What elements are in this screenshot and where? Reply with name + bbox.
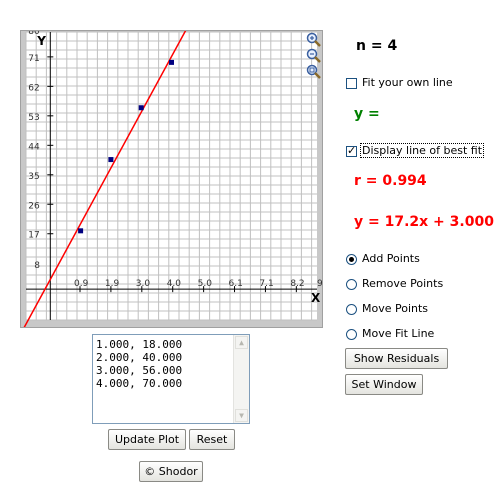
x-tick-label: 5.0 [198, 279, 213, 289]
y-tick-label: 17 [28, 231, 39, 241]
move-fit-line-radio[interactable] [346, 329, 357, 340]
move-points-radio[interactable] [346, 304, 357, 315]
data-point [108, 157, 114, 163]
set-window-button[interactable]: Set Window [345, 374, 423, 395]
x-tick-label: 0.9 [74, 279, 89, 289]
x-tick-label: 8.2 [290, 279, 304, 289]
x-tick-label: 6.1 [229, 279, 243, 289]
zoom-in-icon[interactable] [306, 32, 322, 48]
y-tick-label: 53 [28, 113, 39, 123]
display-best-fit-checkbox[interactable] [346, 144, 357, 157]
show-residuals-button[interactable]: Show Residuals [345, 348, 448, 369]
update-plot-button[interactable]: Update Plot [108, 429, 186, 450]
data-line: 2.000, 40.000 [96, 351, 183, 364]
data-entry-textarea[interactable]: 1.000, 18.000 2.000, 40.000 3.000, 56.00… [92, 334, 250, 424]
correlation-r: r = 0.994 [354, 173, 427, 189]
zoom-fit-icon[interactable] [306, 64, 322, 80]
data-line: 4.000, 70.000 [96, 377, 183, 390]
scroll-up-icon[interactable]: ▲ [235, 336, 248, 349]
plot-canvas[interactable]: XY0.9 1.9 3.0 4.0 5.0 6.1 7.1 8.2 91726354453627… [20, 30, 323, 328]
scatter-plot[interactable]: X Y 0.9 1.9 3.0 4.0 5.0 6.1 7.1 8.2 9 17 26 35 44 53 62 7… [20, 30, 323, 328]
y-tick-label: 80 [28, 30, 40, 37]
y-tick-label: 35 [28, 172, 39, 182]
remove-points-radio[interactable] [346, 279, 357, 290]
fit-own-line-label[interactable]: Fit your own line [362, 76, 453, 89]
add-points-label[interactable]: Add Points [362, 252, 420, 265]
y-tick-label: 8 [34, 261, 40, 271]
zoom-out-icon[interactable] [306, 48, 322, 64]
x-tick-label: 7.1 [259, 279, 273, 289]
x-tick-label: 1.9 [105, 279, 120, 289]
user-equation: y = [354, 106, 380, 122]
data-point [169, 59, 174, 65]
x-tick-label: 3.0 [136, 279, 151, 289]
display-best-fit-label[interactable]: Display line of best fit [360, 143, 485, 158]
y-tick-label: 71 [28, 54, 39, 64]
add-points-radio[interactable] [346, 254, 357, 265]
data-point [78, 228, 84, 234]
scroll-down-icon[interactable]: ▼ [235, 409, 248, 422]
shodor-button[interactable]: © Shodor [139, 461, 203, 482]
move-fit-line-label[interactable]: Move Fit Line [362, 327, 434, 340]
move-points-label[interactable]: Move Points [362, 302, 428, 315]
remove-points-label[interactable]: Remove Points [362, 277, 443, 290]
y-tick-label: 62 [28, 83, 39, 93]
data-line: 3.000, 56.000 [96, 364, 183, 377]
data-line: 1.000, 18.000 [96, 338, 183, 351]
y-tick-label: 26 [28, 201, 40, 211]
n-count: n = 4 [356, 38, 398, 54]
reset-button[interactable]: Reset [189, 429, 235, 450]
best-fit-equation: y = 17.2x + 3.000 [354, 214, 494, 230]
x-axis-label: X [311, 291, 321, 305]
x-tick-label: 4.0 [167, 279, 182, 289]
data-point [138, 105, 144, 111]
vertical-scrollbar[interactable]: ▲ ▼ [233, 335, 249, 423]
fit-own-line-checkbox[interactable] [346, 78, 357, 89]
y-tick-label: 44 [28, 142, 40, 152]
